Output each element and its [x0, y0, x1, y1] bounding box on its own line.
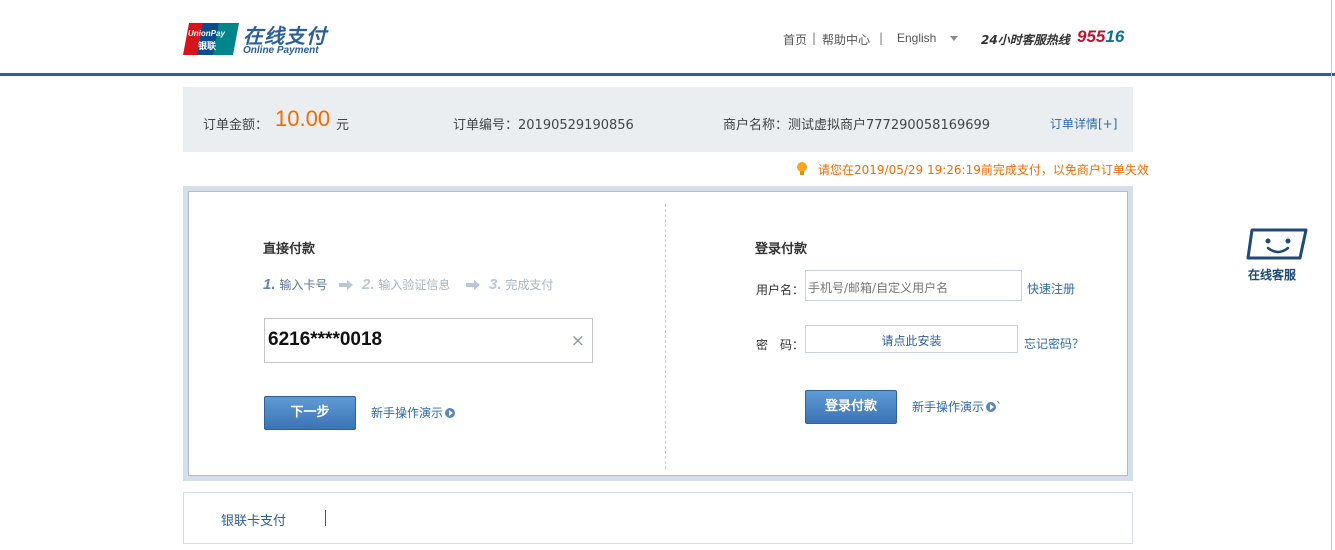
step-number: 3. [489, 276, 502, 293]
step-1: 1. 输入卡号 [263, 276, 327, 293]
svg-text:UnionPay: UnionPay [188, 29, 225, 38]
username-input[interactable]: 手机号/邮箱/自定义用户名 [805, 270, 1022, 301]
hotline-number-part: 16 [1105, 27, 1125, 46]
login-pay-button[interactable]: 登录付款 [805, 390, 897, 424]
panel-divider [665, 204, 666, 469]
hotline-label: 24小时客服热线 [981, 33, 1070, 47]
order-summary-bar: 订单金额： 10.00 元 订单编号：20190529190856 商户名称：测… [183, 87, 1133, 152]
step-number: 2. [362, 276, 375, 293]
direct-pay-title: 直接付款 [263, 242, 316, 257]
unionpay-logo-icon: UnionPay 银联 [183, 23, 239, 55]
forgot-password-link[interactable]: 忘记密码？ [1024, 335, 1084, 352]
order-number: 订单编号：20190529190856 [453, 118, 634, 133]
nav-separator: | [812, 31, 817, 45]
nav-help-link[interactable]: 帮助中心 [822, 31, 870, 48]
nav-home-link[interactable]: 首页 [783, 31, 807, 48]
demo-link-label: 新手操作演示 [371, 406, 444, 420]
nav-separator: | [879, 31, 884, 45]
login-pay-title: 登录付款 [755, 242, 808, 257]
hotline-number-part: 955 [1077, 27, 1106, 46]
demo-link-suffix: ` [996, 400, 1003, 414]
password-label: 密 码： [756, 338, 805, 352]
step-2: 2. 输入验证信息 [362, 276, 450, 293]
merchant-name: 商户名称：测试虚拟商户777290058169699 [723, 118, 991, 133]
username-label: 用户名： [756, 283, 805, 297]
username-placeholder: 手机号/邮箱/自定义用户名 [808, 281, 949, 295]
quick-register-link[interactable]: 快速注册 [1027, 280, 1075, 297]
site-header: UnionPay 银联 在线支付 Online Payment 首页 | 帮助中… [0, 0, 1335, 76]
step-label: 输入验证信息 [378, 278, 451, 292]
lightbulb-icon [797, 162, 807, 175]
payment-method-tabs: 银联卡支付 [183, 492, 1133, 544]
tab-separator [325, 510, 326, 526]
play-icon [986, 402, 997, 412]
step-label: 完成支付 [505, 278, 554, 292]
arrow-right-icon [339, 280, 353, 290]
card-number-value: 6216****0018 [268, 329, 383, 350]
payment-panel: 直接付款 1. 输入卡号 2. 输入验证信息 3. 完成支付 6216****0… [183, 186, 1133, 481]
online-service-label: 在线客服 [1248, 268, 1297, 282]
arrow-right-icon [466, 280, 480, 290]
payment-panel-inner: 直接付款 1. 输入卡号 2. 输入验证信息 3. 完成支付 6216****0… [188, 191, 1128, 476]
password-install-field[interactable]: 请点此安装 [805, 325, 1018, 353]
demo-link-label: 新手操作演示 [912, 400, 985, 414]
step-3: 3. 完成支付 [489, 276, 553, 293]
order-detail-link[interactable]: 订单详情[+] [1050, 115, 1117, 132]
unionpay-logo[interactable]: UnionPay 银联 [183, 21, 239, 57]
card-number-input[interactable]: 6216****0018 × [264, 318, 593, 363]
password-placeholder: 请点此安装 [881, 334, 942, 348]
step-number: 1. [263, 276, 276, 293]
language-select[interactable]: English [897, 31, 936, 45]
currency-label: 元 [336, 118, 350, 133]
demo-link[interactable]: 新手操作演示 ` [912, 398, 1002, 415]
demo-link[interactable]: 新手操作演示 [371, 404, 456, 421]
notice-text: 请您在2019/05/29 19:26:19前完成支付，以免商户订单失效 [818, 163, 1149, 177]
order-amount: 10.00 [275, 106, 331, 131]
svg-text:银联: 银联 [198, 40, 217, 52]
hotline-number: 95516 [1077, 27, 1124, 47]
logo-subtitle: Online Payment [243, 45, 319, 56]
tab-unionpay-card[interactable]: 银联卡支付 [221, 510, 286, 529]
chat-face-icon [1246, 228, 1308, 260]
play-icon [445, 408, 456, 418]
chevron-down-icon[interactable] [950, 36, 958, 41]
window-edge [1331, 0, 1332, 550]
amount-label: 订单金额： [203, 118, 269, 133]
online-service-button[interactable]: 在线客服 [1240, 226, 1316, 286]
next-step-button[interactable]: 下一步 [264, 396, 356, 430]
close-icon[interactable]: × [571, 331, 585, 351]
step-label: 输入卡号 [279, 278, 328, 292]
